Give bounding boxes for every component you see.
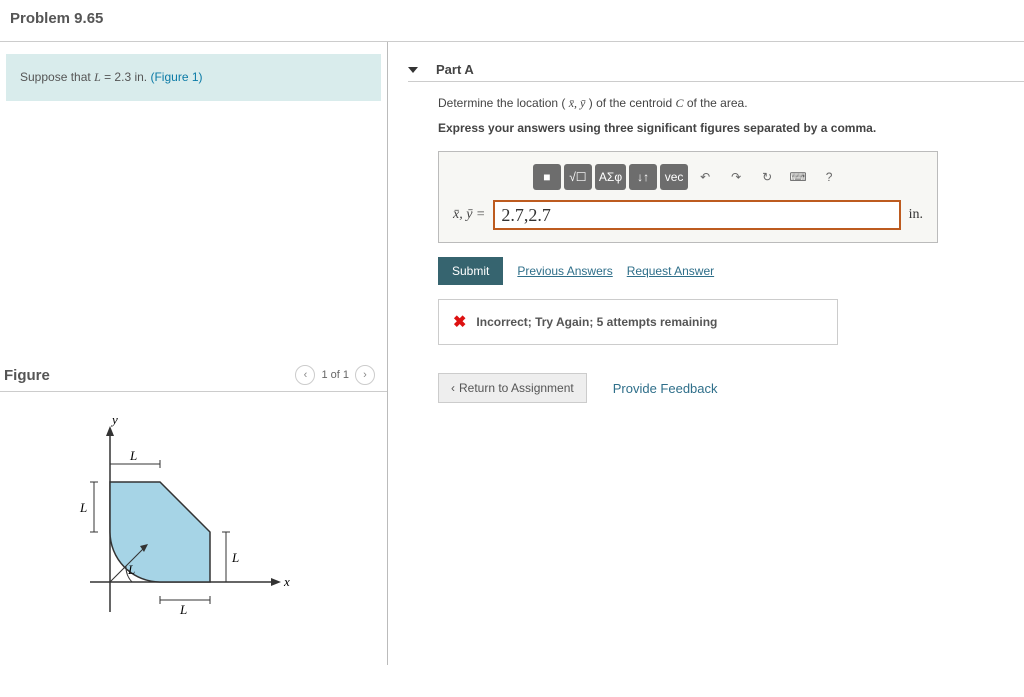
svg-text:x: x <box>283 574 290 589</box>
submit-button[interactable]: Submit <box>438 257 503 285</box>
figure-link[interactable]: (Figure 1) <box>150 70 202 84</box>
feedback-box: ✖ Incorrect; Try Again; 5 attempts remai… <box>438 299 838 345</box>
desc-mid: ) of the centroid <box>589 96 676 110</box>
return-button[interactable]: ‹ Return to Assignment <box>438 373 587 403</box>
incorrect-icon: ✖ <box>453 312 466 332</box>
desc-vars: x̄, ȳ <box>569 96 586 110</box>
template-icon[interactable]: ■ <box>533 164 561 190</box>
return-label: Return to Assignment <box>459 381 574 395</box>
answer-instructions: Express your answers using three signifi… <box>438 121 1024 135</box>
redo-icon[interactable]: ↷ <box>722 164 750 190</box>
figure-prev-button[interactable]: ‹ <box>295 365 315 385</box>
feedback-text: Incorrect; Try Again; 5 attempts remaini… <box>476 315 717 329</box>
svg-text:L: L <box>127 562 135 577</box>
var-L: L <box>94 70 101 84</box>
collapse-icon <box>408 67 418 73</box>
right-pane: Part A Determine the location ( x̄, ȳ )… <box>388 42 1024 665</box>
part-a-label: Part A <box>436 62 474 77</box>
left-pane: Suppose that L = 2.3 in. (Figure 1) Figu… <box>0 42 388 665</box>
svg-text:L: L <box>179 602 187 617</box>
undo-icon[interactable]: ↶ <box>691 164 719 190</box>
desc-pre: Determine the location ( <box>438 96 569 110</box>
sqrt-icon[interactable]: √☐ <box>564 164 592 190</box>
suppose-eq: = 2.3 <box>104 70 134 84</box>
desc-post: of the area. <box>687 96 748 110</box>
request-answer-link[interactable]: Request Answer <box>627 264 714 278</box>
svg-text:y: y <box>110 412 118 427</box>
figure-label: Figure <box>4 367 50 384</box>
figure-counter: 1 of 1 <box>321 369 349 381</box>
answer-input[interactable] <box>493 200 900 230</box>
question-description: Determine the location ( x̄, ȳ ) of the… <box>438 96 1024 111</box>
help-icon[interactable]: ? <box>815 164 843 190</box>
suppose-unit: in. <box>134 70 147 84</box>
subscript-icon[interactable]: ↓↑ <box>629 164 657 190</box>
svg-text:L: L <box>231 550 239 565</box>
reset-icon[interactable]: ↻ <box>753 164 781 190</box>
problem-title: Problem 9.65 <box>0 0 1024 42</box>
chevron-left-icon: ‹ <box>451 381 455 395</box>
svg-text:L: L <box>129 448 137 463</box>
greek-icon[interactable]: ΑΣφ <box>595 164 626 190</box>
figure-next-button[interactable]: › <box>355 365 375 385</box>
equation-toolbar: ■ √☐ ΑΣφ ↓↑ vec ↶ ↷ ↻ ⌨ ? <box>447 160 929 200</box>
previous-answers-link[interactable]: Previous Answers <box>517 264 612 278</box>
part-a-header[interactable]: Part A <box>408 62 1024 82</box>
provide-feedback-link[interactable]: Provide Feedback <box>613 381 718 396</box>
problem-statement: Suppose that L = 2.3 in. (Figure 1) <box>6 54 381 101</box>
answer-prefix: x̄, ȳ = <box>453 207 485 223</box>
vector-icon[interactable]: vec <box>660 164 688 190</box>
svg-text:L: L <box>79 500 87 515</box>
answer-unit: in. <box>909 207 923 223</box>
suppose-prefix: Suppose that <box>20 70 94 84</box>
desc-c: C <box>675 96 683 110</box>
figure-diagram: y x L L <box>0 392 387 665</box>
answer-box: ■ √☐ ΑΣφ ↓↑ vec ↶ ↷ ↻ ⌨ ? x̄, ȳ = <box>438 151 938 243</box>
keyboard-icon[interactable]: ⌨ <box>784 164 812 190</box>
